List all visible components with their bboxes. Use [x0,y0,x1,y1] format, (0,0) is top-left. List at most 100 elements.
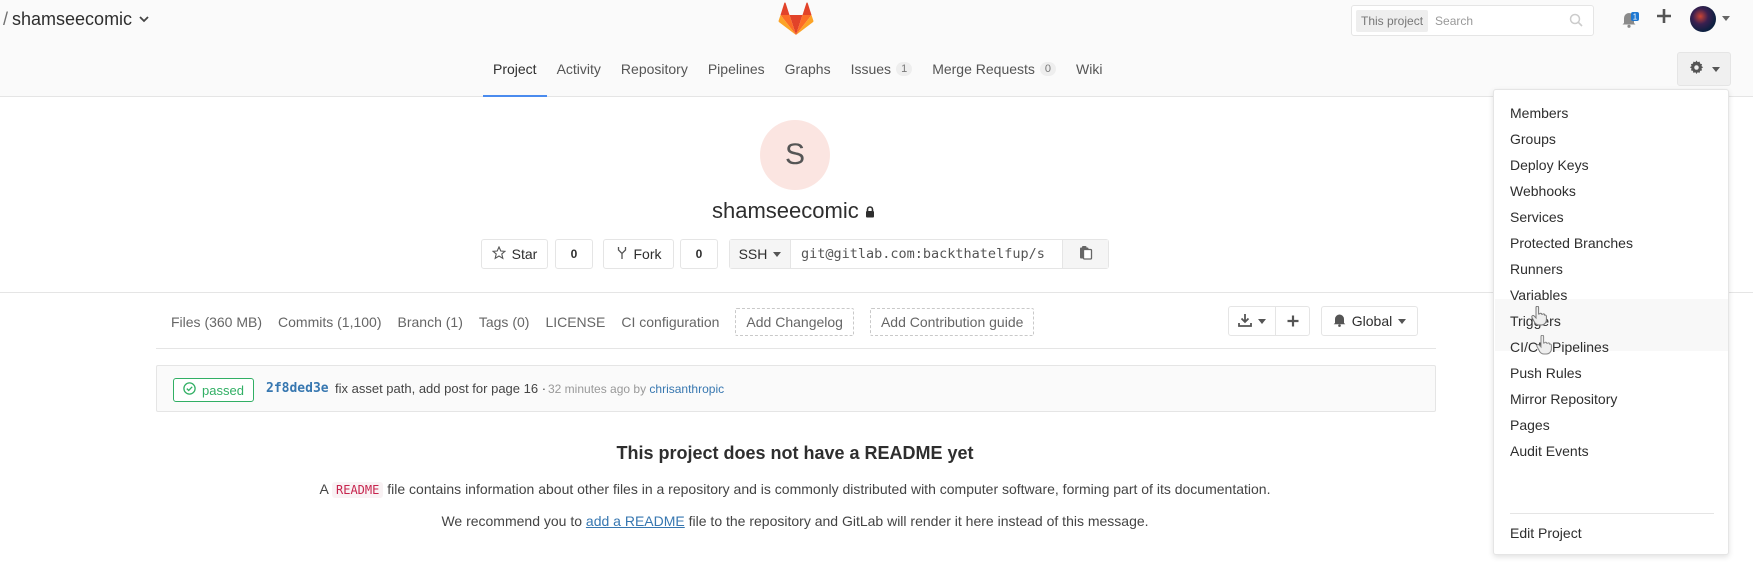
download-dropdown-button[interactable] [1228,306,1276,336]
menu-item-runners[interactable]: Runners [1510,261,1563,277]
caret-down-icon [1398,318,1407,324]
tab-label: Repository [620,60,688,77]
fork-label: Fork [633,246,662,262]
tab-issues[interactable]: Issues 1 [841,40,923,97]
menu-item-variables[interactable]: Variables [1510,287,1567,303]
ci-status-label: passed [202,382,244,398]
add-changelog-button[interactable]: Add Changelog [735,308,854,336]
clipboard-icon [1079,245,1093,263]
ci-configuration-link[interactable]: CI configuration [621,314,719,330]
tab-label: Activity [556,60,601,77]
commit-author-link[interactable]: chrisanthropic [649,382,724,396]
fork-icon [616,246,628,263]
menu-item-protected-branches[interactable]: Protected Branches [1510,235,1633,251]
clone-url-input[interactable]: git@gitlab.com:backthatelfup/s [791,240,1063,268]
chevron-down-icon[interactable] [139,14,149,26]
nav-tabs: Project Activity Repository Pipelines Gr… [483,40,1112,97]
commit-sha-link[interactable]: 2f8ded3e [266,381,329,396]
search-scope-badge: This project [1356,9,1429,32]
tab-label: Pipelines [707,60,765,77]
clone-panel: SSH git@gitlab.com:backthatelfup/s [729,239,1109,269]
copy-url-button[interactable] [1063,240,1108,268]
menu-item-mirror-repository[interactable]: Mirror Repository [1510,391,1617,407]
issues-count-badge: 1 [896,61,913,76]
add-file-button[interactable] [1275,306,1310,336]
branch-link[interactable]: Branch (1) [398,314,463,330]
menu-item-push-rules[interactable]: Push Rules [1510,365,1582,381]
readme-code: README [332,482,384,498]
tab-graphs[interactable]: Graphs [775,40,841,97]
clone-protocol-dropdown[interactable]: SSH [730,240,791,268]
tab-label: Merge Requests [932,60,1035,77]
files-link[interactable]: Files (360 MB) [171,314,262,330]
commit-message[interactable]: fix asset path, add post for page 16 · [335,381,546,396]
notification-bell-icon[interactable]: 1 [1620,9,1640,32]
menu-item-edit-project[interactable]: Edit Project [1510,525,1582,541]
section-divider [156,348,1436,349]
tab-merge-requests[interactable]: Merge Requests 0 [922,40,1066,97]
menu-item-audit-events[interactable]: Audit Events [1510,443,1589,459]
readme-text: file to the repository and GitLab will r… [688,513,1149,529]
commit-time: 32 minutes ago by [548,382,647,396]
caret-down-icon [1258,318,1266,324]
tab-label: Project [493,60,537,77]
project-stats: Files (360 MB) Commits (1,100) Branch (1… [171,308,1050,336]
avatar-caret-icon[interactable] [1722,16,1730,21]
menu-item-groups[interactable]: Groups [1510,131,1556,147]
tab-repository[interactable]: Repository [611,40,698,97]
tab-project[interactable]: Project [483,40,547,97]
caret-down-icon [1711,66,1720,72]
tab-pipelines[interactable]: Pipelines [698,40,775,97]
project-nav: Project Activity Repository Pipelines Gr… [0,40,1753,97]
notification-level-dropdown[interactable]: Global [1321,306,1418,336]
lock-icon [865,198,875,224]
section-divider [0,292,1753,293]
search-icon [1569,13,1583,30]
tab-label: Wiki [1076,60,1103,77]
menu-item-ci-cd-pipelines[interactable]: CI/CD Pipelines [1510,339,1609,355]
star-button[interactable]: Star [481,239,548,269]
new-item-plus-icon[interactable] [1656,7,1672,30]
project-avatar: S [760,120,830,190]
search-input[interactable]: This project Search [1351,5,1594,36]
tab-activity[interactable]: Activity [547,40,611,97]
gear-icon [1689,60,1704,78]
notification-level-label: Global [1351,313,1393,329]
add-contribution-guide-button[interactable]: Add Contribution guide [869,308,1035,336]
add-readme-link[interactable]: add a README [586,513,685,529]
tab-wiki[interactable]: Wiki [1066,40,1112,97]
menu-item-services[interactable]: Services [1510,209,1564,225]
menu-item-members[interactable]: Members [1510,105,1568,121]
fork-button[interactable]: Fork [603,239,674,269]
breadcrumb-separator: / [3,9,9,29]
ci-status-badge[interactable]: passed [173,378,254,402]
settings-dropdown-button[interactable] [1677,52,1731,86]
readme-text: A [319,481,329,497]
readme-description: A README file contains information about… [0,481,1590,498]
menu-item-webhooks[interactable]: Webhooks [1510,183,1576,199]
top-header: / shamseecomic This project Search 1 [0,0,1753,40]
fork-count[interactable]: 0 [680,239,718,269]
gitlab-logo-icon[interactable] [778,2,814,36]
breadcrumb[interactable]: / shamseecomic [3,9,149,30]
hand-cursor-icon [1536,334,1552,358]
project-name: shamseecomic [712,198,859,223]
commits-link[interactable]: Commits (1,100) [278,314,381,330]
download-icon [1238,313,1252,330]
last-commit: passed 2f8ded3e fix asset path, add post… [156,365,1436,412]
notification-count: 1 [1633,13,1638,22]
bell-icon [1333,313,1346,330]
readme-text: We recommend you to [441,513,583,529]
clone-protocol-label: SSH [738,246,768,262]
menu-divider [1510,513,1714,514]
license-link[interactable]: LICENSE [545,314,605,330]
menu-item-pages[interactable]: Pages [1510,417,1550,433]
tags-link[interactable]: Tags (0) [479,314,530,330]
user-avatar[interactable] [1690,6,1716,32]
plus-icon [1287,311,1299,332]
menu-item-deploy-keys[interactable]: Deploy Keys [1510,157,1589,173]
star-count[interactable]: 0 [555,239,593,269]
readme-empty-title: This project does not have a README yet [616,443,974,463]
project-path[interactable]: shamseecomic [12,9,132,30]
commit-meta: 32 minutes ago by chrisanthropic [548,382,724,396]
